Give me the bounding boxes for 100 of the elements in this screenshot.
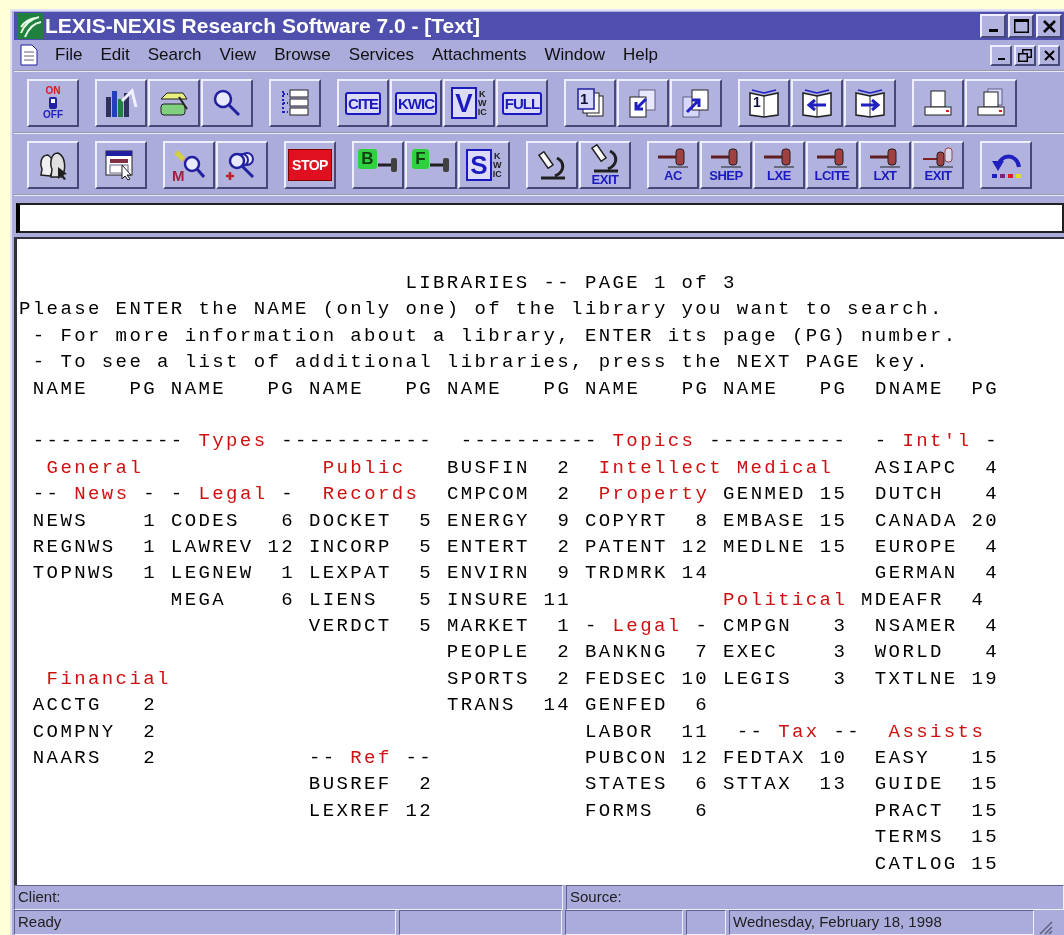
library-name: ENVIRN: [446, 562, 530, 585]
toolbar-button[interactable]: [791, 79, 843, 127]
toolbar-button[interactable]: 1: [738, 79, 790, 127]
library-name: PRACT: [874, 799, 944, 822]
library-name: DOCKET: [308, 509, 392, 532]
library-name: ENERGY: [446, 509, 530, 532]
toolbar-button[interactable]: [526, 141, 578, 189]
menu-item[interactable]: View: [210, 45, 266, 65]
page-number: 6: [695, 773, 710, 796]
toolbar-button[interactable]: B: [352, 141, 404, 189]
library-name: NEWS: [32, 509, 89, 532]
menu-item[interactable]: Attachments: [423, 45, 536, 65]
page-number: 1: [281, 562, 296, 585]
menu-item[interactable]: Search: [138, 45, 211, 65]
toolbar-button[interactable]: [617, 79, 669, 127]
page-number: 2: [557, 456, 572, 479]
section-heading: Political: [723, 588, 848, 611]
toolbar-button[interactable]: [269, 79, 321, 127]
gavel-icon: [815, 147, 849, 169]
menu-item[interactable]: File: [46, 45, 92, 65]
toolbar-button[interactable]: [216, 141, 268, 189]
toolbar-button[interactable]: M: [163, 141, 215, 189]
screen-text: --: [405, 747, 434, 770]
toolbar-button[interactable]: LCITE: [806, 141, 858, 189]
printer-icon: [922, 88, 954, 118]
page-number: 8: [695, 509, 710, 532]
page-number: 15: [819, 535, 848, 558]
app-logo-icon: [17, 13, 43, 39]
library-name: LAWREV: [170, 535, 254, 558]
screen-text: -: [695, 615, 710, 638]
toolbar-button[interactable]: [95, 79, 147, 127]
toolbar-button[interactable]: 1: [564, 79, 616, 127]
toolbar-button[interactable]: [148, 79, 200, 127]
toolbar-button[interactable]: [980, 141, 1032, 189]
toolbar-button[interactable]: [27, 141, 79, 189]
page-number: 3: [833, 641, 848, 664]
maximize-button[interactable]: [1008, 14, 1034, 38]
toolbar-button[interactable]: AC: [647, 141, 699, 189]
page-number: 9: [557, 562, 572, 585]
toolbar-button[interactable]: SHEP: [700, 141, 752, 189]
toolbar-button[interactable]: KWIC: [390, 79, 442, 127]
section-heading: Assists: [888, 720, 986, 743]
toolbar-button[interactable]: [201, 79, 253, 127]
close-button[interactable]: [1038, 44, 1060, 66]
menu-item[interactable]: Browse: [265, 45, 340, 65]
document-icon: [20, 44, 38, 66]
page-number: 2: [557, 641, 572, 664]
column-label: NAME: [446, 377, 503, 400]
library-name: GENMED: [723, 483, 806, 506]
page-number: 15: [971, 852, 999, 875]
library-name: GERMAN: [874, 562, 958, 585]
library-name: TOPNWS: [32, 562, 116, 585]
library-name: ASIAPC: [874, 456, 958, 479]
toolbar-button[interactable]: [912, 79, 964, 127]
toolbar-button[interactable]: ON OFF: [27, 79, 79, 127]
page-number: 5: [419, 535, 434, 558]
toolbar-button[interactable]: LXE: [753, 141, 805, 189]
page-number: 6: [281, 588, 296, 611]
source-field: Source:: [566, 885, 1064, 910]
toolbar-button[interactable]: [844, 79, 896, 127]
command-field[interactable]: [16, 203, 1064, 233]
restore-button[interactable]: [1014, 44, 1036, 66]
section-heading: Records: [322, 483, 420, 506]
library-name: STTAX: [722, 773, 792, 796]
toolbar-button[interactable]: LXT: [859, 141, 911, 189]
status-panel: [686, 910, 726, 935]
menu-item[interactable]: Help: [613, 45, 667, 65]
toolbar-button[interactable]: [965, 79, 1017, 127]
toolbar-button[interactable]: EXIT: [912, 141, 964, 189]
screen-text: Please ENTER the NAME (only one) of the library you want to search.: [19, 298, 944, 321]
toolbar-button[interactable]: [95, 141, 147, 189]
window-title: LEXIS-NEXIS Research Software 7.0 - [Text]: [45, 14, 481, 38]
minimize-button[interactable]: [980, 14, 1006, 38]
toolbar-button[interactable]: STOP: [284, 141, 336, 189]
page-number: 4: [985, 615, 1000, 638]
page-number: 10: [819, 747, 848, 770]
page-number: 15: [971, 826, 999, 849]
screen-text: --: [308, 747, 337, 770]
status-text: Ready: [14, 910, 396, 935]
library-name: EUROPE: [874, 535, 958, 558]
page-number: 3: [833, 667, 848, 690]
library-name: LEXREF: [308, 799, 392, 822]
toolbar-button[interactable]: F: [405, 141, 457, 189]
close-icon: [1043, 49, 1055, 61]
page-number: 1: [143, 562, 158, 585]
menu-item[interactable]: Services: [339, 45, 423, 65]
toolbar-button[interactable]: FULL: [496, 79, 548, 127]
minimize-button[interactable]: [990, 44, 1012, 66]
library-name: CODES: [170, 509, 240, 532]
library-name: EXEC: [722, 641, 779, 664]
menu-item[interactable]: Window: [535, 45, 614, 65]
toolbar-button[interactable]: [670, 79, 722, 127]
toolbar-button[interactable]: CITE: [337, 79, 389, 127]
close-button[interactable]: [1036, 14, 1062, 38]
close-icon: [1042, 19, 1056, 33]
toolbar-button[interactable]: EXIT: [579, 141, 631, 189]
library-name: COMPNY: [32, 720, 116, 743]
screen-text: -----------: [32, 430, 185, 453]
menu-item[interactable]: Edit: [91, 45, 139, 65]
page-number: 6: [695, 799, 710, 822]
